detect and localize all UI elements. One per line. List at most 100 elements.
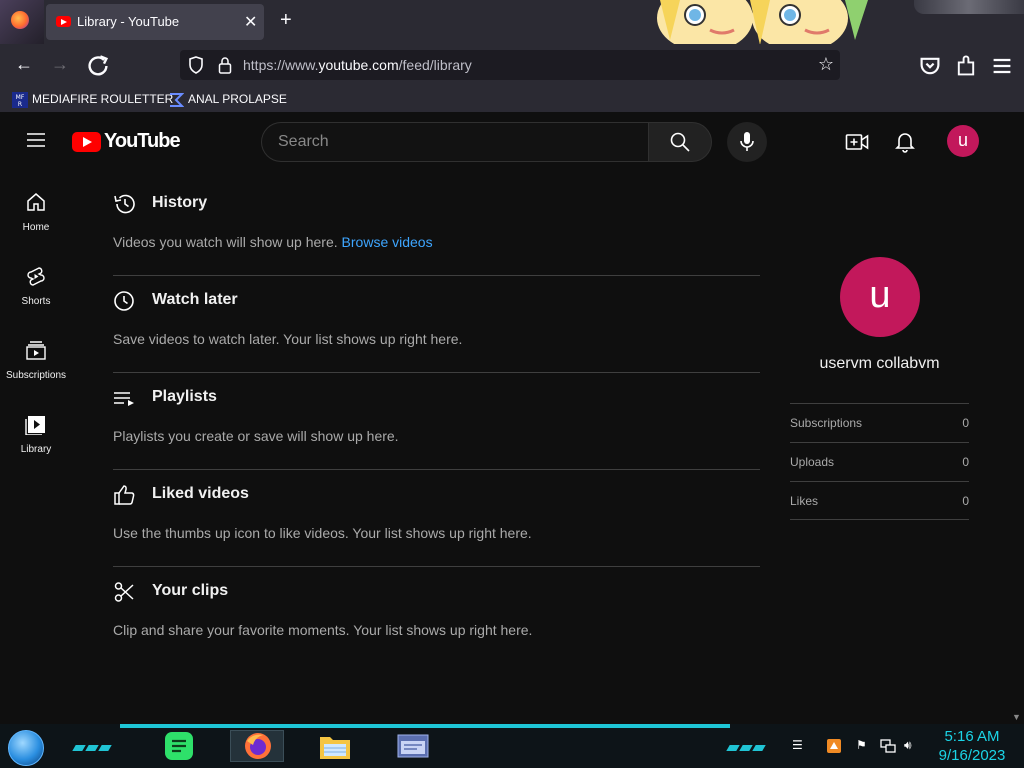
scissors-icon <box>114 582 134 602</box>
pocket-icon[interactable] <box>918 54 942 78</box>
taskbar-firefox[interactable] <box>230 730 284 762</box>
taskbar-clock[interactable]: 5:16 AM 9/16/2023 <box>930 727 1014 765</box>
playlists-icon <box>114 392 134 406</box>
browser-tab-strip: Library - YouTube ✕ + <box>0 0 1024 52</box>
section-description: Playlists you create or save will show u… <box>113 428 399 444</box>
taskbar-decoration-right <box>726 738 772 751</box>
volume-icon[interactable]: 🔊︎ <box>904 738 912 754</box>
browse-videos-link[interactable]: Browse videos <box>342 234 433 250</box>
bookmark-label: ANAL PROLAPSE <box>188 92 287 106</box>
back-arrow-icon[interactable]: ← <box>12 52 36 76</box>
file-explorer-icon <box>320 737 350 759</box>
section-description: Videos you watch will show up here. Brow… <box>113 234 433 250</box>
taskbar-file-explorer[interactable] <box>308 730 362 762</box>
profile-name: uservm collabvm <box>819 355 940 372</box>
section-liked-videos: Liked videos Use the thumbs up icon to l… <box>113 483 760 580</box>
lock-icon[interactable] <box>218 56 232 74</box>
stat-value: 0 <box>962 494 969 508</box>
account-avatar-button[interactable]: u <box>947 125 979 157</box>
app-menu-icon[interactable] <box>990 54 1014 78</box>
section-description: Save videos to watch later. Your list sh… <box>113 331 463 347</box>
section-history: History Videos you watch will show up he… <box>113 192 760 289</box>
taskbar-window-app[interactable] <box>386 730 440 762</box>
extensions-puzzle-icon[interactable] <box>954 54 978 78</box>
sidebar-item-subscriptions[interactable]: Subscriptions <box>0 339 72 409</box>
youtube-masthead: YouTube Search u <box>0 112 1024 168</box>
tracking-protection-shield-icon[interactable] <box>188 56 204 74</box>
home-icon <box>27 193 45 211</box>
section-title: Liked videos <box>152 485 249 502</box>
bookmark-second[interactable]: ANAL PROLAPSE <box>168 90 287 108</box>
section-title: History <box>152 194 208 211</box>
stat-row-likes: Likes 0 <box>790 481 969 520</box>
firefox-icon <box>245 733 271 759</box>
windows-taskbar: ☰ ⚑ 🔊︎ 5:16 AM 9/16/2023 <box>0 724 1024 768</box>
thumbs-up-icon <box>114 485 135 505</box>
start-orb-button[interactable] <box>8 730 44 766</box>
hamburger-menu-icon[interactable] <box>26 130 46 150</box>
stat-label: Subscriptions <box>790 416 863 430</box>
stat-row-subscriptions: Subscriptions 0 <box>790 403 969 442</box>
voice-search-button[interactable] <box>727 122 767 162</box>
profile-stats: Subscriptions 0 Uploads 0 Likes 0 <box>790 403 969 520</box>
section-description: Clip and share your favorite moments. Yo… <box>113 622 533 638</box>
search-button[interactable] <box>648 122 712 162</box>
show-hidden-icons-icon[interactable]: ☰ <box>792 738 803 754</box>
section-description-text: Videos you watch will show up here. <box>113 234 338 250</box>
address-bar[interactable]: https://www.youtube.com/feed/library ☆ <box>180 50 840 80</box>
bookmark-mediafire-rouletter[interactable]: MF R MEDIAFIRE ROULETTER <box>12 90 173 108</box>
bookmark-star-icon[interactable]: ☆ <box>818 54 834 75</box>
section-description: Use the thumbs up icon to like videos. Y… <box>113 525 532 541</box>
new-tab-button[interactable]: + <box>280 9 292 32</box>
section-title: Playlists <box>152 388 217 405</box>
search-placeholder: Search <box>278 133 329 150</box>
history-icon <box>114 194 135 214</box>
library-icon <box>25 416 45 435</box>
profile-avatar[interactable]: u <box>840 257 920 337</box>
url-prefix: https://www. <box>243 57 319 73</box>
url-path: /feed/library <box>398 57 472 73</box>
window-caption-decoration <box>914 0 1024 14</box>
sidebar-item-home[interactable]: Home <box>0 191 72 261</box>
sidebar-item-label: Shorts <box>21 296 51 307</box>
sidebar-item-label: Home <box>22 222 50 233</box>
tab-library-youtube[interactable]: Library - YouTube ✕ <box>46 4 264 40</box>
bookmark-label: MEDIAFIRE ROULETTER <box>32 92 174 106</box>
desktop-screen: Library - YouTube ✕ + ← → https://www.yo… <box>0 0 1024 768</box>
sidebar-item-label: Library <box>20 444 52 455</box>
taskbar-notes-app[interactable] <box>152 730 206 762</box>
clock-time: 5:16 AM <box>944 728 1000 745</box>
firefox-logo-icon <box>11 11 29 29</box>
mini-guide-sidebar: Home Shorts Subscriptions Library <box>0 168 72 724</box>
sidebar-item-label: Subscriptions <box>5 370 67 381</box>
taskbar-decoration-left <box>72 738 118 751</box>
taskbar-accent-line <box>120 724 730 728</box>
search-icon <box>670 132 690 152</box>
tab-title: Library - YouTube <box>77 14 180 29</box>
sidebar-item-library[interactable]: Library <box>0 413 72 483</box>
section-your-clips: Your clips Clip and share your favorite … <box>113 580 760 677</box>
youtube-page: YouTube Search u Home Shorts Subscriptio… <box>0 112 1024 724</box>
window-app-icon <box>397 734 429 758</box>
sidebar-item-shorts[interactable]: Shorts <box>0 265 72 335</box>
action-center-flag-icon[interactable]: ⚑ <box>856 738 867 754</box>
section-watch-later: Watch later Save videos to watch later. … <box>113 289 760 386</box>
notifications-bell-icon[interactable] <box>893 129 917 153</box>
network-icon[interactable] <box>880 738 896 754</box>
tray-app-icon[interactable] <box>826 738 842 754</box>
stat-value: 0 <box>962 455 969 469</box>
scrollbar-down-arrow-icon[interactable]: ▼ <box>1012 712 1021 722</box>
tab-close-button[interactable]: ✕ <box>244 12 257 32</box>
stat-label: Likes <box>790 494 819 508</box>
section-divider <box>113 372 760 373</box>
url-text[interactable]: https://www.youtube.com/feed/library <box>243 57 472 73</box>
reload-icon[interactable] <box>86 54 110 78</box>
forward-arrow-icon[interactable]: → <box>48 52 72 76</box>
section-divider <box>113 469 760 470</box>
section-title: Your clips <box>152 582 229 599</box>
create-video-icon[interactable] <box>845 130 869 154</box>
section-playlists: Playlists Playlists you create or save w… <box>113 386 760 483</box>
search-input[interactable]: Search <box>261 122 649 162</box>
clock-date: 9/16/2023 <box>938 747 1006 764</box>
firefox-menu-corner[interactable] <box>0 0 44 44</box>
